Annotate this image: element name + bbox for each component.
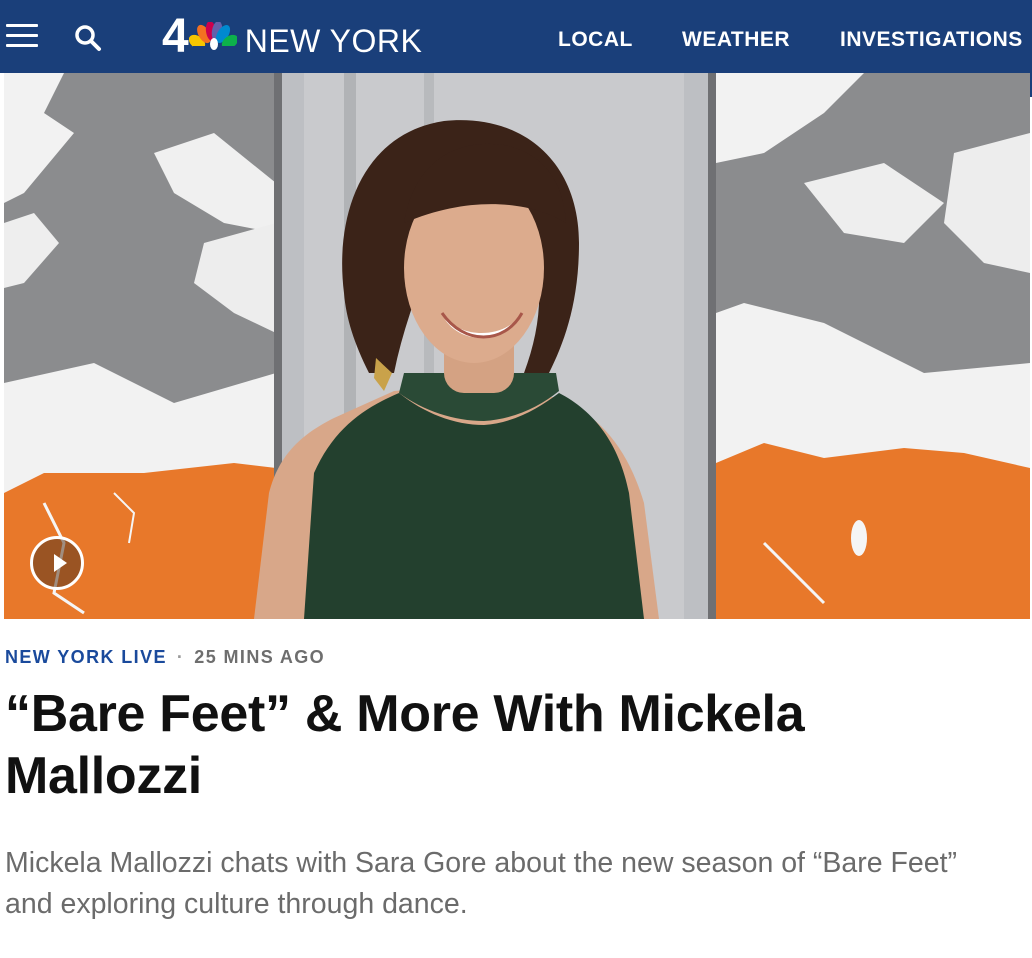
- article-headline[interactable]: “Bare Feet” & More With Mickela Mallozzi: [5, 683, 1005, 807]
- article-meta: NEW YORK LIVE · 25 MINS AGO: [5, 647, 325, 668]
- logo-number: 4: [162, 10, 189, 63]
- hamburger-menu-icon[interactable]: [6, 24, 38, 48]
- nav-weather[interactable]: WEATHER: [682, 28, 790, 52]
- site-header: 4 NEW YORK LOCAL WEATHER INVESTIGATIONS: [0, 0, 1032, 73]
- video-player[interactable]: [4, 73, 1030, 619]
- play-button[interactable]: [30, 536, 84, 590]
- nav-local[interactable]: LOCAL: [558, 28, 633, 52]
- video-thumbnail: [4, 73, 1030, 619]
- timestamp: 25 MINS AGO: [194, 647, 326, 667]
- site-logo[interactable]: 4 NEW YORK: [162, 12, 422, 62]
- play-icon: [54, 554, 67, 572]
- search-icon[interactable]: [72, 22, 104, 54]
- nav-investigations[interactable]: INVESTIGATIONS: [840, 28, 1023, 52]
- meta-separator: ·: [176, 647, 185, 667]
- article-summary: Mickela Mallozzi chats with Sara Gore ab…: [5, 847, 958, 920]
- logo-text: NEW YORK: [244, 22, 423, 59]
- nbc-peacock-icon: [188, 22, 237, 52]
- category-link[interactable]: NEW YORK LIVE: [5, 647, 167, 667]
